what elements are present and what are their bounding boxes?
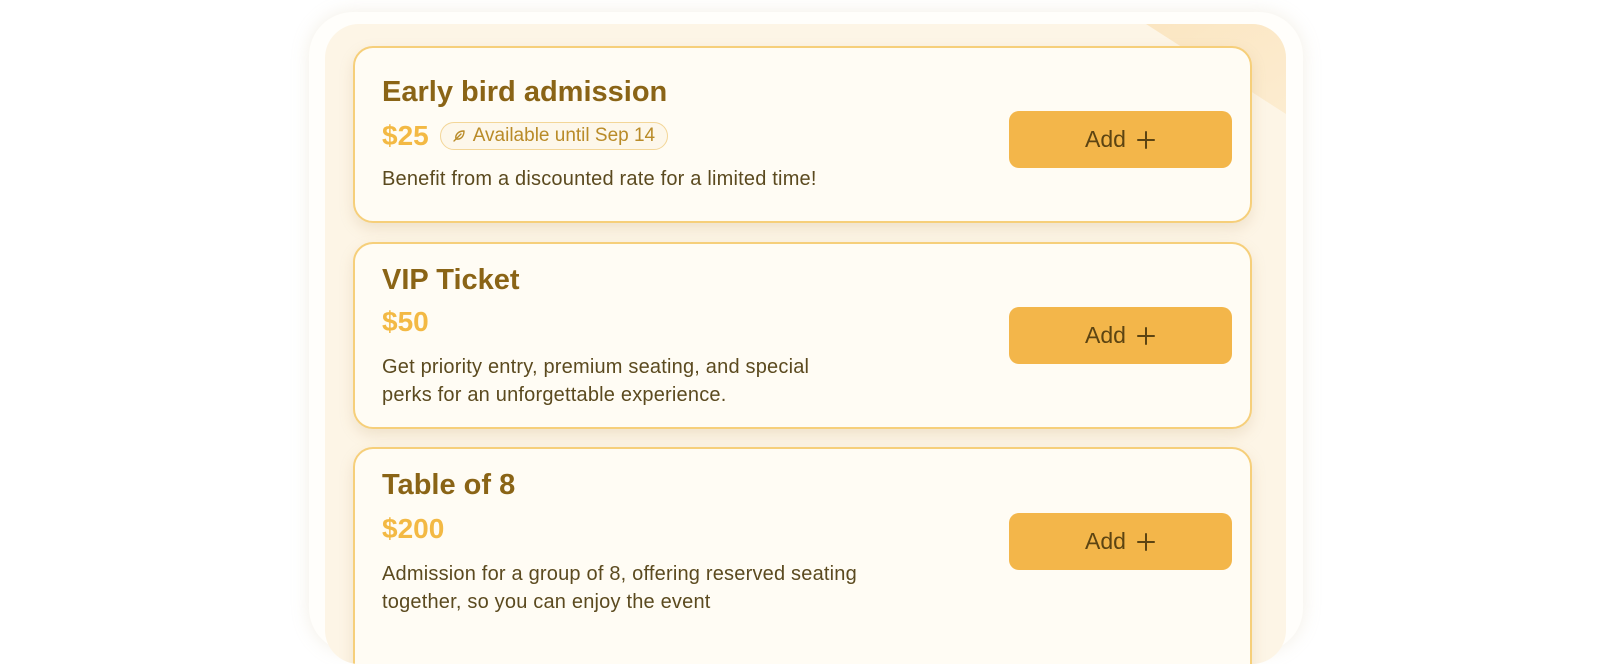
feather-icon (451, 128, 467, 144)
add-button-label: Add (1085, 322, 1126, 348)
ticket-card-table-of-8: Table of 8 $200 Admission for a group of… (353, 447, 1252, 664)
plus-icon (1136, 130, 1156, 150)
add-button-label: Add (1085, 528, 1126, 554)
ticket-list-frame: Early bird admission $25 Available until… (309, 12, 1303, 664)
availability-text: Available until Sep 14 (472, 125, 656, 146)
ticket-title: Early bird admission (382, 76, 668, 108)
ticket-card-early-bird: Early bird admission $25 Available until… (353, 46, 1252, 223)
ticket-price: $50 (382, 306, 429, 337)
plus-icon (1136, 326, 1156, 346)
availability-badge: Available until Sep 14 (439, 122, 669, 150)
ticket-description: Get priority entry, premium seating, and… (382, 356, 810, 406)
price-row: $25 Available until Sep 14 (382, 120, 669, 152)
price-row: $50 (382, 306, 429, 338)
ticket-description: Benefit from a discounted rate for a lim… (382, 168, 817, 190)
add-early-bird-button[interactable]: Add (1009, 111, 1232, 168)
ticket-title: Table of 8 (382, 469, 516, 501)
add-button-label: Add (1085, 126, 1126, 152)
add-vip-button[interactable]: Add (1009, 307, 1232, 364)
ticket-card-vip: VIP Ticket $50 Get priority entry, premi… (353, 242, 1252, 429)
add-table-of-8-button[interactable]: Add (1009, 513, 1232, 570)
ticket-title: VIP Ticket (382, 264, 520, 296)
ticket-price: $25 (382, 120, 429, 151)
ticket-description: Admission for a group of 8, offering res… (382, 563, 857, 613)
ticket-price: $200 (382, 513, 445, 544)
plus-icon (1136, 532, 1156, 552)
price-row: $200 (382, 513, 444, 545)
ticket-list-panel: Early bird admission $25 Available until… (325, 24, 1286, 664)
